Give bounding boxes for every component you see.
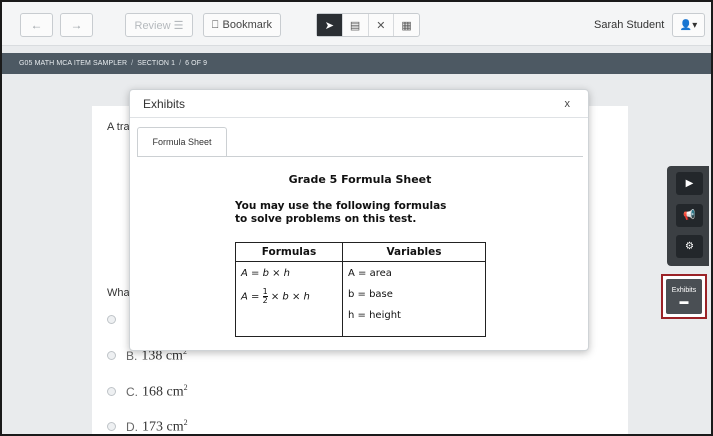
breadcrumb-separator: / (131, 60, 134, 67)
dialog-title: Exhibits (143, 97, 186, 111)
bookmark-button[interactable]: ⎕ Bookmark (203, 13, 281, 37)
radio-button[interactable] (107, 387, 116, 397)
variables-cell: A = area b = base h = height (342, 261, 486, 337)
formula-table: Formulas Variables A = b × h A = 12 × b … (235, 242, 486, 337)
exhibits-label: Exhibits (671, 287, 697, 294)
variable-base: b = base (348, 289, 393, 300)
bookmark-icon: ⎕ (211, 18, 219, 31)
table-header-variables: Variables (342, 242, 486, 262)
review-button[interactable]: Review ☰ (125, 13, 193, 37)
dialog-header: Exhibits x (130, 90, 588, 118)
forward-button[interactable]: → (60, 13, 93, 37)
formula-sheet-title: Grade 5 Formula Sheet (288, 173, 432, 186)
bookmark-label: Bookmark (222, 19, 273, 31)
radio-button[interactable] (107, 315, 116, 324)
radio-button[interactable] (107, 351, 116, 361)
formula-sheet-intro: You may use the following formulas to so… (235, 200, 447, 225)
user-name: Sarah Student (594, 19, 665, 31)
radio-button[interactable] (107, 422, 116, 432)
note-tool-icon[interactable]: ▤ (343, 14, 369, 36)
choice-d[interactable]: D. 173 cm2 (107, 418, 188, 435)
test-window: ← → Review ☰ ⎕ Bookmark ➤ ▤ ✕ ▦ Sarah St… (0, 0, 713, 436)
back-button[interactable]: ← (20, 13, 53, 37)
pointer-tool-icon[interactable]: ➤ (317, 14, 343, 36)
strikethrough-tool-icon[interactable]: ✕ (369, 14, 395, 36)
breadcrumb-test: G05 MATH MCA ITEM SAMPLER (19, 60, 128, 67)
fraction-one-half: 12 (262, 287, 268, 305)
tab-divider (137, 156, 583, 157)
choice-a[interactable] (107, 315, 126, 324)
formulas-cell: A = b × h A = 12 × b × h (235, 261, 343, 337)
breadcrumb: G05 MATH MCA ITEM SAMPLER / SECTION 1 / … (2, 53, 711, 74)
choice-c[interactable]: C. 168 cm2 (107, 383, 188, 401)
breadcrumb-separator: / (179, 60, 182, 67)
tool-group: ➤ ▤ ✕ ▦ (316, 13, 420, 37)
choice-value: 173 cm2 (142, 418, 188, 435)
variable-height: h = height (348, 310, 401, 321)
item-question: Wha (107, 287, 130, 299)
calculator-tool-icon[interactable]: ▦ (394, 14, 419, 36)
user-menu-button[interactable]: 👤▾ (672, 13, 705, 37)
item-stem: A tra (107, 121, 130, 133)
play-icon[interactable]: ▶ (676, 172, 703, 195)
exhibits-dialog: Exhibits x Formula Sheet Grade 5 Formula… (129, 89, 589, 351)
formula-rectangle-area: A = b × h (241, 268, 290, 279)
table-header-formulas: Formulas (235, 242, 343, 262)
breadcrumb-section: SECTION 1 (137, 60, 176, 67)
megaphone-icon[interactable]: 📢 (676, 204, 703, 227)
exhibits-button-face: Exhibits ▬ (666, 279, 702, 314)
variable-area: A = area (348, 268, 392, 279)
settings-gear-icon[interactable]: ⚙ (676, 235, 703, 258)
exhibits-button[interactable]: Exhibits ▬ (661, 274, 707, 319)
top-toolbar: ← → Review ☰ ⎕ Bookmark ➤ ▤ ✕ ▦ Sarah St… (2, 2, 711, 46)
folder-icon: ▬ (679, 296, 689, 306)
side-toolbar: ▶ 📢 ⚙ (667, 166, 709, 266)
close-icon[interactable]: x (565, 98, 571, 110)
choice-letter: C. (126, 384, 138, 399)
choice-letter: D. (126, 419, 138, 434)
formula-triangle-area: A = 12 × b × h (241, 287, 310, 305)
breadcrumb-position: 6 OF 9 (185, 60, 208, 67)
tab-formula-sheet[interactable]: Formula Sheet (137, 127, 227, 157)
choice-value: 168 cm2 (142, 383, 188, 400)
